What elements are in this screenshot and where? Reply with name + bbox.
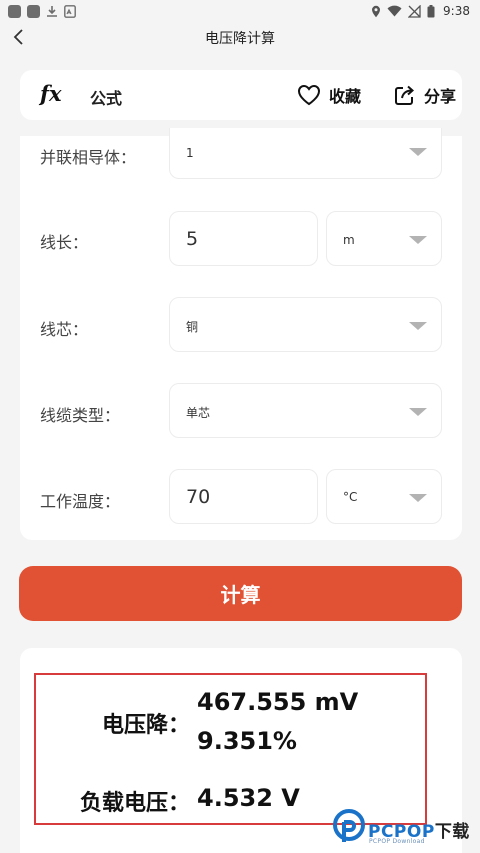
cable-type-value: 单芯 (186, 406, 211, 420)
chevron-down-icon (409, 322, 427, 330)
length-unit-select[interactable]: m (326, 211, 442, 266)
formula-button[interactable]: 公式 (90, 85, 122, 109)
calculate-button[interactable]: 计算 (19, 566, 462, 621)
voltage-drop-value: 467.555 mV (197, 688, 359, 716)
temperature-value: 70 (186, 486, 211, 508)
load-voltage-label: 负载电压： (79, 791, 190, 816)
status-bar: 9:38 (0, 0, 480, 22)
nav-bar: 电压降计算 (0, 22, 480, 52)
temperature-unit-value: °C (343, 490, 358, 504)
parallel-conductors-value: 1 (186, 146, 194, 160)
image-notification-icon (64, 4, 76, 18)
watermark: PCPOP下载 PCPOP Download (332, 808, 480, 853)
formula-icon: fx (40, 81, 62, 106)
formula-card: fx 公式 收藏 分享 (20, 70, 462, 120)
battery-icon (427, 4, 435, 17)
app-notification-icon (27, 4, 40, 18)
clock: 9:38 (443, 4, 470, 18)
favorite-button[interactable]: 收藏 (297, 83, 361, 107)
length-unit-value: m (343, 233, 355, 247)
core-value: 铜 (186, 320, 199, 334)
length-label: 线长： (40, 233, 89, 252)
temperature-unit-select[interactable]: °C (326, 469, 442, 524)
temperature-label: 工作温度： (40, 492, 121, 511)
share-button[interactable]: 分享 (394, 83, 456, 107)
core-select[interactable]: 铜 (169, 297, 442, 352)
chevron-down-icon (409, 236, 427, 244)
parallel-conductors-select[interactable]: 1 (169, 128, 442, 179)
length-input[interactable]: 5 (169, 211, 318, 266)
chevron-down-icon (409, 408, 427, 416)
watermark-subtitle: PCPOP Download (369, 838, 425, 845)
page-title: 电压降计算 (205, 31, 275, 47)
pcpop-logo-icon (333, 809, 365, 842)
voltage-drop-label: 电压降： (101, 713, 190, 738)
voltage-drop-percent: 9.351% (197, 727, 297, 755)
chevron-down-icon (409, 148, 427, 156)
parallel-conductors-label: 并联相导体： (40, 148, 137, 167)
cable-type-label: 线缆类型： (40, 406, 121, 425)
location-icon (372, 5, 381, 17)
wifi-icon (387, 5, 402, 17)
load-voltage-value: 4.532 V (197, 784, 300, 812)
temperature-input[interactable]: 70 (169, 469, 318, 524)
share-icon (395, 85, 415, 105)
share-label: 分享 (424, 87, 457, 106)
core-label: 线芯： (40, 320, 89, 339)
app-notification-icon (8, 4, 21, 18)
chevron-down-icon (409, 494, 427, 502)
download-icon (47, 5, 57, 17)
favorite-label: 收藏 (329, 87, 362, 106)
cable-type-select[interactable]: 单芯 (169, 383, 442, 438)
length-value: 5 (186, 228, 199, 250)
heart-icon (297, 84, 321, 106)
signal-off-icon (408, 4, 421, 18)
